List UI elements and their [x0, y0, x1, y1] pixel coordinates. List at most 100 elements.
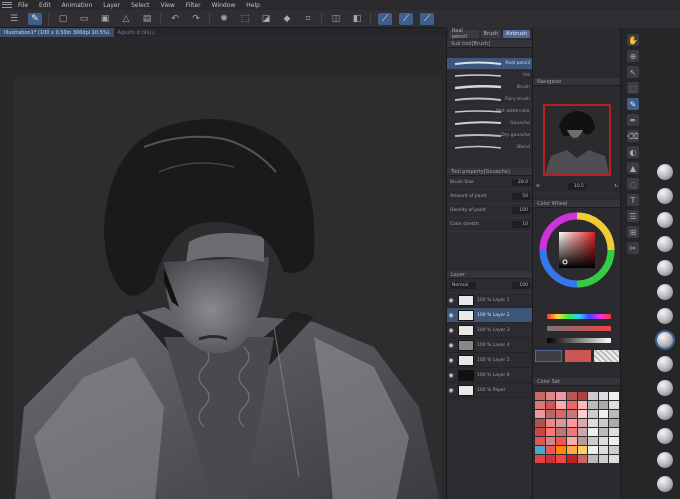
color-swatch[interactable] — [556, 446, 566, 454]
layer-row[interactable]: ◉ 100 % Layer 4 — [447, 338, 533, 353]
selection-tool-icon[interactable]: ◫ — [329, 13, 343, 25]
color-swatch[interactable] — [609, 446, 619, 454]
color-swatch[interactable] — [545, 419, 556, 427]
color-swatch[interactable] — [588, 428, 598, 436]
brush-size-preset[interactable] — [657, 308, 673, 324]
color-swatch[interactable] — [577, 455, 588, 463]
brush-item[interactable]: Wet watercolor — [447, 106, 533, 118]
color-swatch[interactable] — [588, 455, 598, 463]
color-swatch[interactable] — [577, 446, 588, 454]
brush-size-preset[interactable] — [657, 284, 673, 300]
save-icon[interactable]: ▣ — [98, 13, 112, 25]
brush-size-value[interactable]: 28.0 — [512, 179, 530, 186]
menu-edit[interactable]: Edit — [39, 2, 51, 9]
tool-icon[interactable]: T — [627, 194, 639, 206]
print-icon[interactable]: ▤ — [140, 13, 154, 25]
eye-icon[interactable]: ◉ — [447, 387, 455, 394]
brush-c-icon[interactable]: ⟋ — [420, 12, 434, 25]
eye-icon[interactable]: ◉ — [447, 312, 455, 319]
brush-size-preset[interactable] — [657, 332, 673, 348]
tool-icon[interactable]: ✒ — [627, 114, 639, 126]
color-swatch[interactable] — [535, 455, 545, 463]
value-slider[interactable] — [547, 338, 611, 343]
color-swatch[interactable] — [566, 410, 577, 418]
menu-help[interactable]: Help — [246, 2, 260, 9]
opacity-value[interactable]: 100 — [512, 282, 530, 289]
color-swatch[interactable] — [535, 446, 545, 454]
tool-icon[interactable]: ▲ — [627, 162, 639, 174]
layer-row[interactable]: ◉ 100 % Layer 2 — [447, 308, 533, 323]
color-swatch[interactable] — [535, 428, 545, 436]
menu-layer[interactable]: Layer — [103, 2, 120, 9]
brush-size-preset[interactable] — [657, 452, 673, 468]
color-swatch[interactable] — [588, 410, 598, 418]
color-swatch[interactable] — [598, 437, 609, 445]
undo-icon[interactable]: ↶ — [168, 13, 182, 25]
color-swatch[interactable] — [535, 410, 545, 418]
brush-size-preset[interactable] — [657, 404, 673, 420]
eye-icon[interactable]: ◉ — [447, 357, 455, 364]
saturation-slider[interactable] — [547, 326, 611, 331]
crop-icon[interactable]: ⌗ — [301, 13, 315, 25]
color-swatch[interactable] — [556, 437, 566, 445]
color-swatch[interactable] — [598, 455, 609, 463]
brush-size-preset[interactable] — [657, 164, 673, 180]
select-icon[interactable]: ⬚ — [238, 13, 252, 25]
sub-color-chip[interactable] — [565, 350, 591, 362]
doc-tab-reference[interactable]: Agusto d (9x).j — [114, 28, 159, 37]
tab-airbrush[interactable]: Airbrush — [502, 30, 530, 38]
artwork-canvas[interactable] — [14, 77, 442, 499]
tool-icon[interactable]: ⌫ — [627, 130, 639, 142]
color-swatch[interactable] — [545, 410, 556, 418]
brush-item[interactable]: Fairy brush — [447, 94, 533, 106]
color-swatch[interactable] — [545, 455, 556, 463]
color-swatch[interactable] — [609, 437, 619, 445]
eye-icon[interactable]: ◉ — [447, 297, 455, 304]
zoom-icon[interactable]: ⊕ — [536, 184, 540, 189]
amount-of-paint-row[interactable]: Amount of paint 50 — [447, 190, 533, 204]
eye-icon[interactable]: ◉ — [447, 372, 455, 379]
doc-tab-illustration[interactable]: Illustration1* (100 x 0.50in 300dpi 10.5… — [0, 28, 114, 37]
export-icon[interactable]: △ — [119, 13, 133, 25]
eye-icon[interactable]: ◉ — [447, 327, 455, 334]
brush-item[interactable]: Gouache — [447, 118, 533, 130]
color-swatch[interactable] — [588, 419, 598, 427]
color-swatch[interactable] — [545, 437, 556, 445]
density-of-paint-value[interactable]: 100 — [512, 207, 530, 214]
menu-animation[interactable]: Animation — [62, 2, 93, 9]
color-swatch[interactable] — [535, 392, 545, 400]
open-icon[interactable]: ▭ — [77, 13, 91, 25]
color-swatch[interactable] — [556, 419, 566, 427]
tool-icon[interactable]: ✂ — [627, 242, 639, 254]
redo-icon[interactable]: ↷ — [189, 13, 203, 25]
menu-file[interactable]: File — [18, 2, 28, 9]
layer-row[interactable]: ◉ 100 % Paper — [447, 383, 533, 398]
tool-icon[interactable]: ◐ — [627, 146, 639, 158]
color-swatch[interactable] — [598, 419, 609, 427]
pen-icon[interactable]: ✎ — [28, 12, 42, 25]
color-swatch[interactable] — [588, 437, 598, 445]
brush-size-preset[interactable] — [657, 212, 673, 228]
layer-row[interactable]: ◉ 100 % Layer 6 — [447, 368, 533, 383]
layer-row[interactable]: ◉ 100 % Layer 3 — [447, 323, 533, 338]
color-swatch[interactable] — [545, 401, 556, 409]
color-swatch[interactable] — [556, 455, 566, 463]
main-color-chip[interactable] — [535, 350, 563, 362]
brush-size-preset[interactable] — [657, 428, 673, 444]
color-swatch[interactable] — [556, 428, 566, 436]
navigator-preview[interactable] — [543, 104, 611, 176]
density-of-paint-row[interactable]: Density of paint 100 — [447, 204, 533, 218]
tab-real-pencil[interactable]: Real pencil — [449, 28, 479, 40]
color-swatch[interactable] — [535, 401, 545, 409]
color-swatch[interactable] — [535, 437, 545, 445]
color-swatch[interactable] — [545, 428, 556, 436]
brush-b-icon[interactable]: ⟋ — [399, 12, 413, 25]
transparent-chip[interactable] — [593, 350, 619, 362]
color-swatch[interactable] — [556, 401, 566, 409]
blend-mode-select[interactable]: Normal — [450, 282, 476, 289]
settings-icon[interactable]: ✺ — [217, 13, 231, 25]
brush-item[interactable]: Blend — [447, 142, 533, 154]
tool-icon[interactable]: ✎ — [627, 98, 639, 110]
tool-icon[interactable]: ◌ — [627, 178, 639, 190]
tool-icon[interactable]: ✋ — [627, 34, 639, 46]
